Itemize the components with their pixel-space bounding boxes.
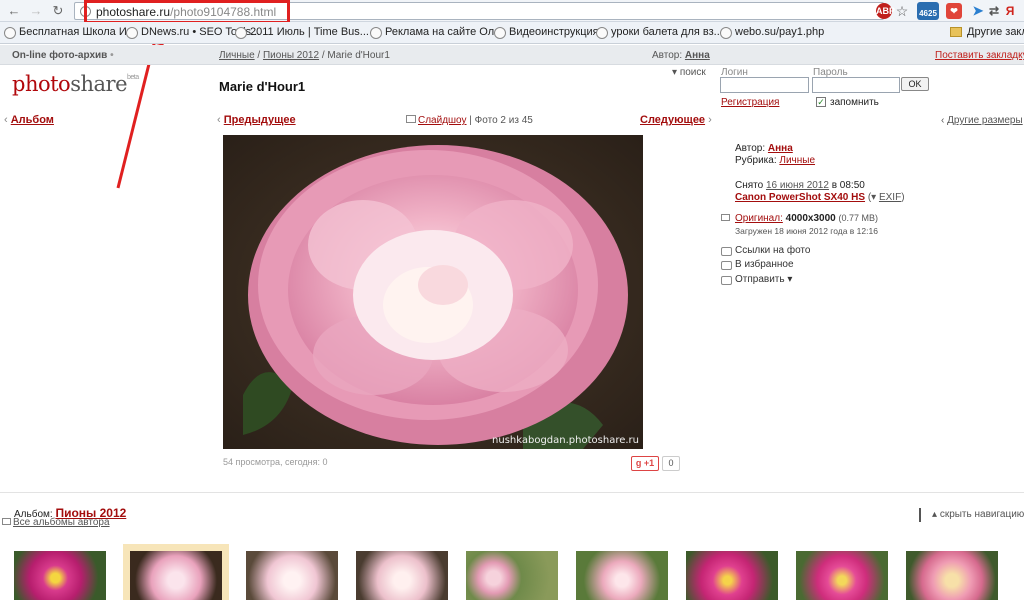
meta-rubric: Рубрика: Личные bbox=[735, 155, 816, 166]
star-icon[interactable]: ☆ bbox=[894, 3, 910, 19]
share-extension-icon[interactable]: ⇄ bbox=[986, 3, 1002, 19]
meta-author-link[interactable]: Анна bbox=[768, 143, 793, 154]
yandex-icon[interactable]: Я bbox=[1002, 3, 1018, 19]
divider bbox=[0, 492, 1024, 493]
bookmark-item[interactable]: Видеоинструкция bbox=[494, 26, 599, 40]
meta-rubric-link[interactable]: Личные bbox=[779, 155, 815, 166]
other-sizes[interactable]: ‹ Другие размеры bbox=[941, 115, 1023, 126]
meta-original: Оригинал: 4000x3000 (0.77 МВ) bbox=[735, 213, 878, 224]
prev-nav[interactable]: ‹ Предыдущее bbox=[217, 114, 296, 126]
meta-shot: Снято 16 июня 2012 в 08:50 bbox=[735, 180, 865, 191]
next-nav[interactable]: Следующее › bbox=[640, 114, 712, 126]
albums-icon bbox=[2, 518, 11, 525]
site-strip: On-line фото-архив • Личные / Пионы 2012… bbox=[0, 45, 1024, 65]
register-link[interactable]: Регистрация bbox=[721, 97, 779, 108]
album-link[interactable]: Альбом bbox=[11, 114, 54, 126]
password-input[interactable] bbox=[812, 77, 900, 93]
slideshow-link[interactable]: Слайдшоу bbox=[418, 115, 467, 126]
meta-shot-date[interactable]: 16 июня 2012 bbox=[766, 180, 829, 191]
counter-extension-icon[interactable]: 4625 bbox=[917, 2, 939, 20]
bookmark-link[interactable]: Поставить закладку bbox=[935, 50, 1024, 61]
breadcrumb-current: Marie d'Hour1 bbox=[327, 50, 390, 61]
remember-label: запомнить bbox=[830, 97, 879, 108]
peony-image bbox=[223, 135, 643, 449]
favorites-action[interactable]: В избранное bbox=[721, 259, 794, 270]
bookmark-item[interactable]: Реклама на сайте Ол... bbox=[370, 26, 503, 40]
slideshow-group: Слайдшоу | Фото 2 из 45 bbox=[406, 115, 533, 126]
strip-author-link[interactable]: Анна bbox=[685, 50, 710, 61]
thumbnail[interactable] bbox=[906, 551, 998, 600]
gplus-button[interactable]: g +1 bbox=[631, 456, 659, 471]
photo-watermark: nushkabogdan.photoshare.ru bbox=[492, 435, 639, 446]
page-title: Marie d'Hour1 bbox=[219, 79, 306, 94]
thumbnail[interactable] bbox=[466, 551, 558, 600]
breadcrumb-personal[interactable]: Личные bbox=[219, 50, 255, 61]
forward-icon[interactable]: → bbox=[28, 3, 44, 19]
bird-extension-icon[interactable]: ➤ bbox=[970, 3, 986, 19]
remember-checkbox[interactable]: ✓ bbox=[816, 97, 826, 107]
next-link[interactable]: Следующее bbox=[640, 114, 705, 126]
bookmark-item[interactable]: Бесплатная Школа И... bbox=[4, 26, 136, 40]
bookmark-item[interactable]: webo.su/pay1.php bbox=[720, 26, 824, 40]
nav-bar-icon bbox=[919, 508, 921, 522]
breadcrumb: Личные / Пионы 2012 / Marie d'Hour1 bbox=[219, 50, 390, 61]
links-action[interactable]: Ссылки на фото bbox=[721, 245, 810, 256]
other-bookmarks[interactable]: Другие закладки bbox=[967, 26, 1024, 38]
exif-link[interactable]: EXIF bbox=[879, 192, 901, 203]
gplus-icon: g bbox=[635, 458, 642, 468]
thumbnail[interactable] bbox=[576, 551, 668, 600]
back-icon[interactable]: ← bbox=[6, 3, 22, 19]
meta-author: Автор: Анна bbox=[735, 143, 793, 154]
views-count: 54 просмотра, сегодня: 0 bbox=[223, 457, 328, 467]
thumbnail[interactable] bbox=[356, 551, 448, 600]
ok-button[interactable]: OK bbox=[901, 77, 929, 91]
bookmark-item[interactable]: уроки балета для вз... bbox=[596, 26, 723, 40]
site-logo[interactable]: photosharebeta bbox=[12, 72, 139, 96]
folder-icon bbox=[950, 27, 962, 37]
reload-icon[interactable]: ↻ bbox=[50, 3, 66, 19]
login-input[interactable] bbox=[720, 77, 809, 93]
thumbnail[interactable] bbox=[686, 551, 778, 600]
archive-label: On-line фото-архив • bbox=[12, 50, 114, 61]
thumbnail[interactable] bbox=[796, 551, 888, 600]
thumbnail[interactable] bbox=[130, 551, 222, 600]
camera-link[interactable]: Canon PowerShot SX40 HS bbox=[735, 192, 865, 203]
bookmark-item[interactable]: 2011 Июль | Time Bus... bbox=[235, 26, 369, 40]
original-link[interactable]: Оригинал: bbox=[735, 213, 783, 224]
photo-counter: Фото 2 из 45 bbox=[474, 115, 533, 126]
search-link[interactable]: ▾ поиск bbox=[672, 67, 706, 78]
original-icon bbox=[721, 214, 730, 221]
main-photo[interactable]: nushkabogdan.photoshare.ru bbox=[223, 135, 643, 449]
breadcrumb-album[interactable]: Пионы 2012 bbox=[263, 50, 319, 61]
gplus-count: 0 bbox=[662, 456, 680, 471]
meta-camera: Canon PowerShot SX40 HS (▾ EXIF) bbox=[735, 192, 905, 203]
adblock-icon[interactable]: ABP bbox=[876, 3, 895, 19]
strip-author: Автор: Анна bbox=[652, 50, 710, 61]
all-albums-link[interactable]: Все альбомы автора bbox=[13, 517, 110, 528]
gift-extension-icon[interactable]: ❤ bbox=[946, 3, 962, 19]
prev-link[interactable]: Предыдущее bbox=[224, 114, 296, 126]
bookmarks-bar: Бесплатная Школа И... DNews.ru • SEO Too… bbox=[0, 22, 1024, 44]
send-action[interactable]: Отправить ▾ bbox=[721, 274, 792, 285]
slideshow-icon bbox=[406, 115, 416, 123]
hide-nav[interactable]: ▴ скрыть навигацию bbox=[932, 509, 1024, 520]
meta-uploaded: Загружен 18 июня 2012 года в 12:16 bbox=[735, 226, 878, 236]
thumbnail[interactable] bbox=[14, 551, 106, 600]
album-nav[interactable]: ‹ Альбом bbox=[4, 114, 54, 126]
thumbnail[interactable] bbox=[246, 551, 338, 600]
